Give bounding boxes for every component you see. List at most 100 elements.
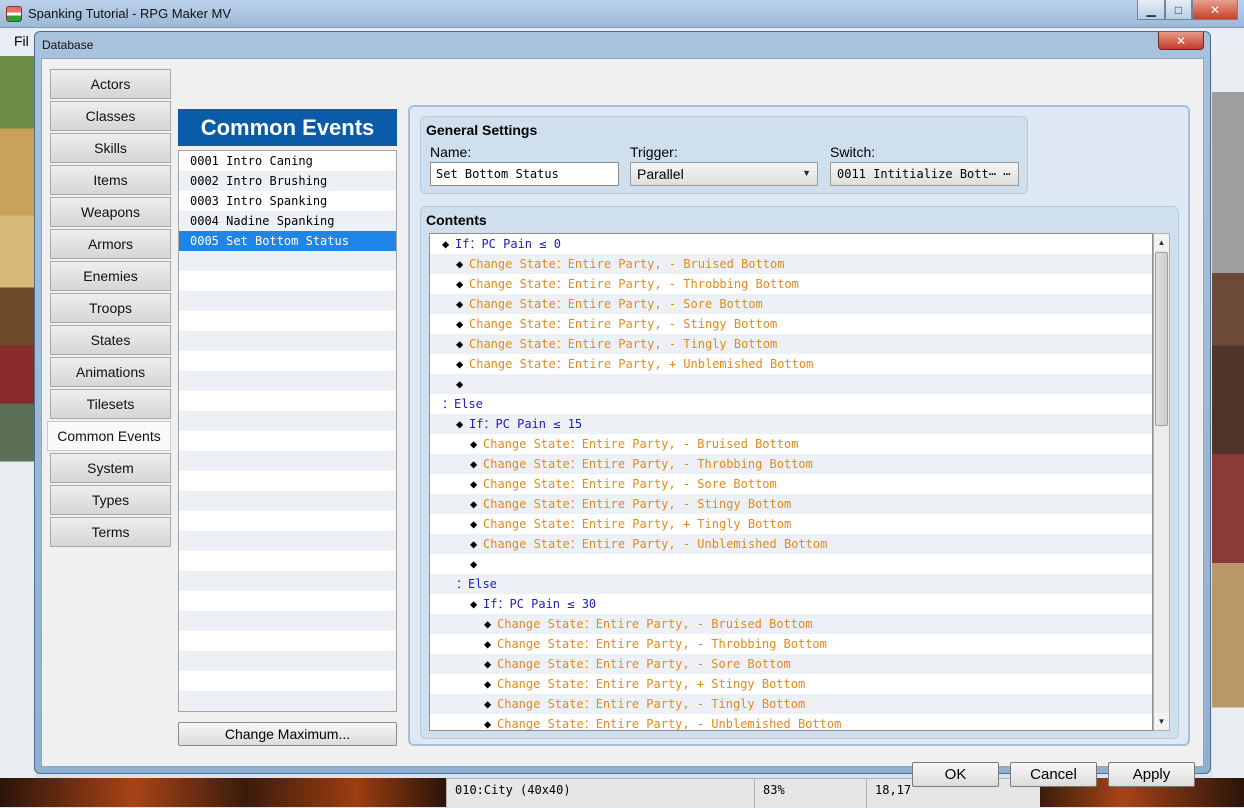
command-row[interactable]: ◆ Change State：Entire Party, - Throbbing … bbox=[430, 274, 1152, 294]
apply-button[interactable]: Apply bbox=[1108, 762, 1195, 787]
list-item[interactable] bbox=[179, 571, 396, 591]
tab-actors[interactable]: Actors bbox=[50, 69, 171, 99]
list-item[interactable] bbox=[179, 391, 396, 411]
list-item[interactable]: 0005 Set Bottom Status bbox=[179, 231, 396, 251]
command-row[interactable]: ◆ Change State：Entire Party, + Unblemishe… bbox=[430, 354, 1152, 374]
menu-file[interactable]: Fil bbox=[14, 33, 29, 49]
tab-animations[interactable]: Animations bbox=[50, 357, 171, 387]
list-item[interactable] bbox=[179, 491, 396, 511]
minimize-button[interactable]: ▁ bbox=[1137, 0, 1165, 20]
list-item[interactable] bbox=[179, 331, 396, 351]
close-app-button[interactable]: ✕ bbox=[1192, 0, 1238, 20]
tab-weapons[interactable]: Weapons bbox=[50, 197, 171, 227]
tab-tilesets[interactable]: Tilesets bbox=[50, 389, 171, 419]
list-item[interactable] bbox=[179, 671, 396, 691]
command-row[interactable]: ◆ If：PC Pain ≤ 15 bbox=[430, 414, 1152, 434]
list-item[interactable]: 0001 Intro Caning bbox=[179, 151, 396, 171]
list-item[interactable] bbox=[179, 691, 396, 711]
list-item[interactable] bbox=[179, 351, 396, 371]
list-item[interactable] bbox=[179, 591, 396, 611]
list-item[interactable] bbox=[179, 311, 396, 331]
command-text: Change State：Entire Party, + Stingy Bott… bbox=[497, 677, 806, 691]
tab-terms[interactable]: Terms bbox=[50, 517, 171, 547]
tab-armors[interactable]: Armors bbox=[50, 229, 171, 259]
tab-system[interactable]: System bbox=[50, 453, 171, 483]
tab-classes[interactable]: Classes bbox=[50, 101, 171, 131]
name-input[interactable]: Set Bottom Status bbox=[430, 162, 619, 186]
list-item[interactable]: 0002 Intro Brushing bbox=[179, 171, 396, 191]
maximize-button[interactable]: □ bbox=[1165, 0, 1192, 20]
tab-skills[interactable]: Skills bbox=[50, 133, 171, 163]
switch-selector-button[interactable]: 0011 Intitialize Bott⋯ ⋯ bbox=[830, 162, 1019, 186]
command-text: Change State：Entire Party, - Tingly Bott… bbox=[469, 337, 778, 351]
list-item[interactable] bbox=[179, 531, 396, 551]
scroll-thumb[interactable] bbox=[1155, 252, 1168, 426]
command-row[interactable]: ◆ Change State：Entire Party, - Sore Botto… bbox=[430, 294, 1152, 314]
diamond-bullet-icon: ◆ bbox=[470, 557, 478, 571]
list-item[interactable] bbox=[179, 551, 396, 571]
tab-types[interactable]: Types bbox=[50, 485, 171, 515]
change-maximum-button[interactable]: Change Maximum... bbox=[178, 722, 397, 746]
command-text: Change State：Entire Party, - Sore Bottom bbox=[497, 657, 791, 671]
contents-group: Contents ◆ If：PC Pain ≤ 0 ◆ Change State：En… bbox=[420, 206, 1179, 739]
tab-common-events[interactable]: Common Events bbox=[47, 421, 171, 451]
list-item[interactable] bbox=[179, 291, 396, 311]
diamond-bullet-icon: ◆ bbox=[456, 277, 464, 291]
list-item[interactable] bbox=[179, 431, 396, 451]
command-text: Change State：Entire Party, - Bruised Bot… bbox=[483, 437, 799, 451]
command-row[interactable]: ◆ If：PC Pain ≤ 30 bbox=[430, 594, 1152, 614]
list-item[interactable] bbox=[179, 271, 396, 291]
command-row[interactable]: ◆ Change State：Entire Party, - Tingly Bot… bbox=[430, 334, 1152, 354]
list-item[interactable]: 0004 Nadine Spanking bbox=[179, 211, 396, 231]
command-text: Change State：Entire Party, - Sore Bottom bbox=[483, 477, 777, 491]
command-text: If：PC Pain ≤ 0 bbox=[455, 237, 561, 251]
command-row[interactable]: ：Else bbox=[430, 574, 1152, 594]
command-row[interactable]: ◆ Change State：Entire Party, - Bruised Bo… bbox=[430, 434, 1152, 454]
list-item[interactable] bbox=[179, 451, 396, 471]
diamond-bullet-icon: ◆ bbox=[484, 657, 492, 671]
arrow-up-icon[interactable]: ▲ bbox=[1154, 234, 1169, 251]
list-item[interactable] bbox=[179, 611, 396, 631]
command-row[interactable]: ◆ Change State：Entire Party, - Unblemishe… bbox=[430, 534, 1152, 554]
list-item[interactable] bbox=[179, 371, 396, 391]
dialog-close-button[interactable]: ✕ bbox=[1158, 32, 1204, 50]
command-row[interactable]: ◆ Change State：Entire Party, + Stingy Bot… bbox=[430, 674, 1152, 694]
command-row[interactable]: ◆ Change State：Entire Party, + Tingly Bot… bbox=[430, 514, 1152, 534]
command-row[interactable]: ◆ Change State：Entire Party, - Bruised Bo… bbox=[430, 614, 1152, 634]
event-command-list[interactable]: ◆ If：PC Pain ≤ 0 ◆ Change State：Entire Part… bbox=[429, 233, 1153, 731]
cancel-button[interactable]: Cancel bbox=[1010, 762, 1097, 787]
database-tabs: Actors Classes Skills Items Weapons Armors Ene… bbox=[47, 69, 171, 549]
tab-items[interactable]: Items bbox=[50, 165, 171, 195]
command-row[interactable]: ◆ Change State：Entire Party, - Sore Botto… bbox=[430, 654, 1152, 674]
command-text: If：PC Pain ≤ 15 bbox=[469, 417, 583, 431]
command-text: If：PC Pain ≤ 30 bbox=[483, 597, 597, 611]
command-row[interactable]: ◆ Change State：Entire Party, - Bruised Bo… bbox=[430, 254, 1152, 274]
command-row[interactable]: ：Else bbox=[430, 394, 1152, 414]
list-item[interactable] bbox=[179, 251, 396, 271]
trigger-select[interactable]: Parallel ▼ bbox=[630, 162, 818, 186]
command-row[interactable]: ◆ Change State：Entire Party, - Throbbing … bbox=[430, 634, 1152, 654]
command-row[interactable]: ◆ If：PC Pain ≤ 0 bbox=[430, 234, 1152, 254]
list-item[interactable] bbox=[179, 411, 396, 431]
command-text: ：Else bbox=[456, 577, 497, 591]
command-row[interactable]: ◆ Change State：Entire Party, - Unblemishe… bbox=[430, 714, 1152, 730]
command-row[interactable]: ◆ Change State：Entire Party, - Sore Botto… bbox=[430, 474, 1152, 494]
list-item[interactable] bbox=[179, 631, 396, 651]
tab-states[interactable]: States bbox=[50, 325, 171, 355]
vertical-scrollbar[interactable]: ▲ ▼ bbox=[1153, 233, 1170, 731]
list-item[interactable]: 0003 Intro Spanking bbox=[179, 191, 396, 211]
command-row[interactable]: ◆ Change State：Entire Party, - Throbbing … bbox=[430, 454, 1152, 474]
list-item[interactable] bbox=[179, 651, 396, 671]
command-row[interactable]: ◆ Change State：Entire Party, - Stingy Bot… bbox=[430, 494, 1152, 514]
list-item[interactable] bbox=[179, 511, 396, 531]
command-row[interactable]: ◆ Change State：Entire Party, - Stingy Bot… bbox=[430, 314, 1152, 334]
command-row[interactable]: ◆ bbox=[430, 374, 1152, 394]
ok-button[interactable]: OK bbox=[912, 762, 999, 787]
command-row[interactable]: ◆ Change State：Entire Party, - Tingly Bot… bbox=[430, 694, 1152, 714]
tab-troops[interactable]: Troops bbox=[50, 293, 171, 323]
arrow-down-icon[interactable]: ▼ bbox=[1154, 713, 1169, 730]
common-events-list[interactable]: 0001 Intro Caning 0002 Intro Brushing 0003… bbox=[178, 150, 397, 712]
command-row[interactable]: ◆ bbox=[430, 554, 1152, 574]
list-item[interactable] bbox=[179, 471, 396, 491]
tab-enemies[interactable]: Enemies bbox=[50, 261, 171, 291]
